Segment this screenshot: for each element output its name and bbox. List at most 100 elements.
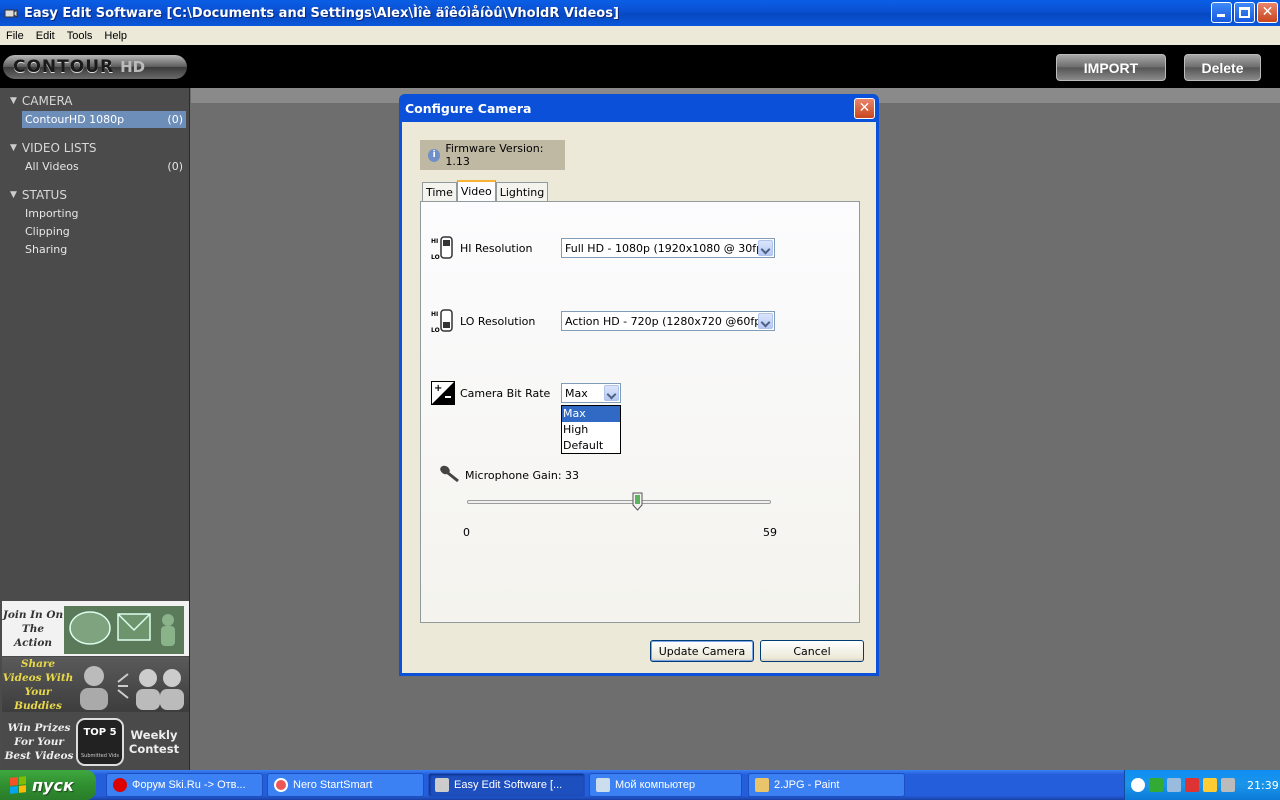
delete-button[interactable]: Delete — [1184, 54, 1261, 81]
svg-text:+: + — [434, 383, 442, 394]
taskbar-item-opera[interactable]: Форум Ski.Ru -> Отв... — [106, 773, 263, 797]
plus-minus-icon: + — [431, 381, 455, 405]
all-videos-count: (0) — [167, 160, 183, 173]
dialog-title[interactable]: Configure Camera — [402, 94, 876, 122]
hi-switch-icon: HI LO — [431, 236, 455, 261]
windows-logo-icon — [10, 776, 26, 794]
logo-text: CONTOUR — [13, 57, 115, 77]
contour-hd-logo: CONTOUR HD — [3, 55, 187, 79]
window-titlebar[interactable]: Easy Edit Software [C:\Documents and Set… — [0, 0, 1280, 26]
bitrate-dropdown-list: Max High Default — [561, 405, 621, 454]
taskbar-item-easy-edit[interactable]: Easy Edit Software [... — [428, 773, 585, 797]
nero-icon — [274, 778, 288, 792]
video-tab-panel: HI LO HI Resolution Full HD - 1080p (192… — [420, 201, 860, 623]
hi-resolution-select[interactable]: Full HD - 1080p (1920x1080 @ 30fps) — [561, 238, 775, 258]
top5-badge-text: TOP 5 — [83, 727, 116, 738]
camera-app-icon — [435, 778, 449, 792]
lo-resolution-select[interactable]: Action HD - 720p (1280x720 @60fps) — [561, 311, 775, 331]
volume-icon[interactable] — [1221, 778, 1235, 792]
menu-tools[interactable]: Tools — [61, 30, 99, 42]
minimize-button[interactable] — [1211, 2, 1232, 23]
lo-resolution-label: LO Resolution — [460, 314, 536, 328]
network-icon[interactable] — [1149, 778, 1163, 792]
close-button[interactable]: ✕ — [1257, 2, 1278, 23]
microphone-gain-slider-thumb[interactable] — [632, 492, 643, 511]
bitrate-option-high[interactable]: High — [562, 422, 620, 438]
video-lists-heading: VIDEO LISTS — [21, 141, 97, 155]
top5-badge-subtext: Submitted Vids — [81, 753, 119, 759]
start-button[interactable]: пуск — [0, 770, 96, 800]
menu-file[interactable]: File — [0, 30, 30, 42]
sidebar-item-all-videos[interactable]: All Videos (0) — [22, 158, 186, 175]
close-icon: ✕ — [1261, 4, 1274, 20]
tab-time[interactable]: Time — [422, 182, 457, 201]
camera-section-header[interactable]: ▼ CAMERA — [10, 94, 73, 108]
slider-min-label: 0 — [463, 526, 470, 539]
menu-edit[interactable]: Edit — [30, 30, 61, 42]
status-item-label: Clipping — [25, 225, 70, 238]
bitrate-option-max[interactable]: Max — [562, 406, 620, 422]
video-lists-section-header[interactable]: ▼ VIDEO LISTS — [10, 141, 97, 155]
ad-share-videos[interactable]: Share Videos With Your Buddies — [2, 657, 189, 712]
task-label: Мой компьютер — [615, 779, 696, 791]
microphone-gain-row: Microphone Gain: 33 — [439, 464, 579, 486]
task-label: Nero StartSmart — [293, 779, 373, 791]
collapse-triangle-icon: ▼ — [10, 96, 17, 106]
taskbar-item-paint[interactable]: 2.JPG - Paint — [748, 773, 905, 797]
tab-video[interactable]: Video — [456, 180, 496, 201]
display-icon[interactable] — [1167, 778, 1181, 792]
update-camera-button[interactable]: Update Camera — [650, 640, 754, 662]
camera-heading: CAMERA — [21, 94, 73, 108]
sidebar-item-clipping[interactable]: Clipping — [22, 223, 186, 240]
maximize-icon — [1239, 7, 1250, 18]
ad-join-in[interactable]: Join In On The Action — [2, 601, 189, 656]
svg-text:HI: HI — [431, 238, 438, 245]
chevron-down-icon[interactable] — [604, 385, 619, 401]
import-button[interactable]: IMPORT — [1056, 54, 1166, 81]
menu-bar: File Edit Tools Help — [0, 26, 1280, 45]
cancel-button[interactable]: Cancel — [760, 640, 864, 662]
status-heading: STATUS — [21, 188, 67, 202]
microphone-gain-slider-track[interactable] — [467, 500, 771, 504]
slider-max-label: 59 — [763, 526, 777, 539]
ad-join-in-text: Join In On The Action — [2, 608, 64, 649]
ad-weekly-contest[interactable]: Win Prizes For Your Best Videos TOP 5 Su… — [2, 713, 189, 770]
lo-resolution-row: HI LO LO Resolution — [431, 309, 536, 334]
tab-lighting[interactable]: Lighting — [495, 182, 549, 201]
dialog-close-button[interactable]: ✕ — [854, 98, 875, 119]
status-item-label: Importing — [25, 207, 79, 220]
taskbar: пуск Форум Ski.Ru -> Отв... Nero StartSm… — [0, 770, 1280, 800]
sidebar-item-sharing[interactable]: Sharing — [22, 241, 186, 258]
window-title: Easy Edit Software [C:\Documents and Set… — [24, 5, 619, 21]
svg-text:HI: HI — [431, 311, 438, 318]
sidebar-item-camera[interactable]: ContourHD 1080p (0) — [22, 111, 186, 128]
hi-resolution-value: Full HD - 1080p (1920x1080 @ 30fps) — [565, 241, 774, 255]
tray-expand-icon[interactable] — [1131, 778, 1145, 792]
bitrate-option-default[interactable]: Default — [562, 438, 620, 454]
app-header: CONTOUR HD IMPORT Delete — [0, 45, 1280, 88]
taskbar-item-my-computer[interactable]: Мой компьютер — [589, 773, 742, 797]
svg-text:LO: LO — [431, 254, 440, 260]
maximize-button[interactable] — [1234, 2, 1255, 23]
status-section-header[interactable]: ▼ STATUS — [10, 188, 67, 202]
tray-app-icon[interactable] — [1203, 778, 1217, 792]
ad-share-videos-text: Share Videos With Your Buddies — [2, 657, 74, 712]
menu-help[interactable]: Help — [98, 30, 133, 42]
lo-resolution-value: Action HD - 720p (1280x720 @60fps) — [565, 314, 772, 328]
all-videos-name: All Videos — [25, 160, 79, 173]
microphone-icon — [440, 465, 459, 483]
bitrate-value: Max — [565, 386, 588, 400]
firmware-info-box: i Firmware Version: 1.13 — [420, 140, 565, 170]
chevron-down-icon[interactable] — [758, 313, 773, 329]
antivirus-icon[interactable] — [1185, 778, 1199, 792]
camera-name: ContourHD 1080p — [25, 113, 125, 126]
info-icon: i — [428, 148, 441, 162]
taskbar-item-nero[interactable]: Nero StartSmart — [267, 773, 424, 797]
sidebar-item-importing[interactable]: Importing — [22, 205, 186, 222]
bitrate-select[interactable]: Max — [561, 383, 621, 403]
close-icon: ✕ — [858, 100, 871, 116]
task-label: Форум Ski.Ru -> Отв... — [132, 779, 246, 791]
task-label: 2.JPG - Paint — [774, 779, 840, 791]
configure-camera-dialog: Configure Camera ✕ i Firmware Version: 1… — [399, 94, 879, 676]
chevron-down-icon[interactable] — [758, 240, 773, 256]
